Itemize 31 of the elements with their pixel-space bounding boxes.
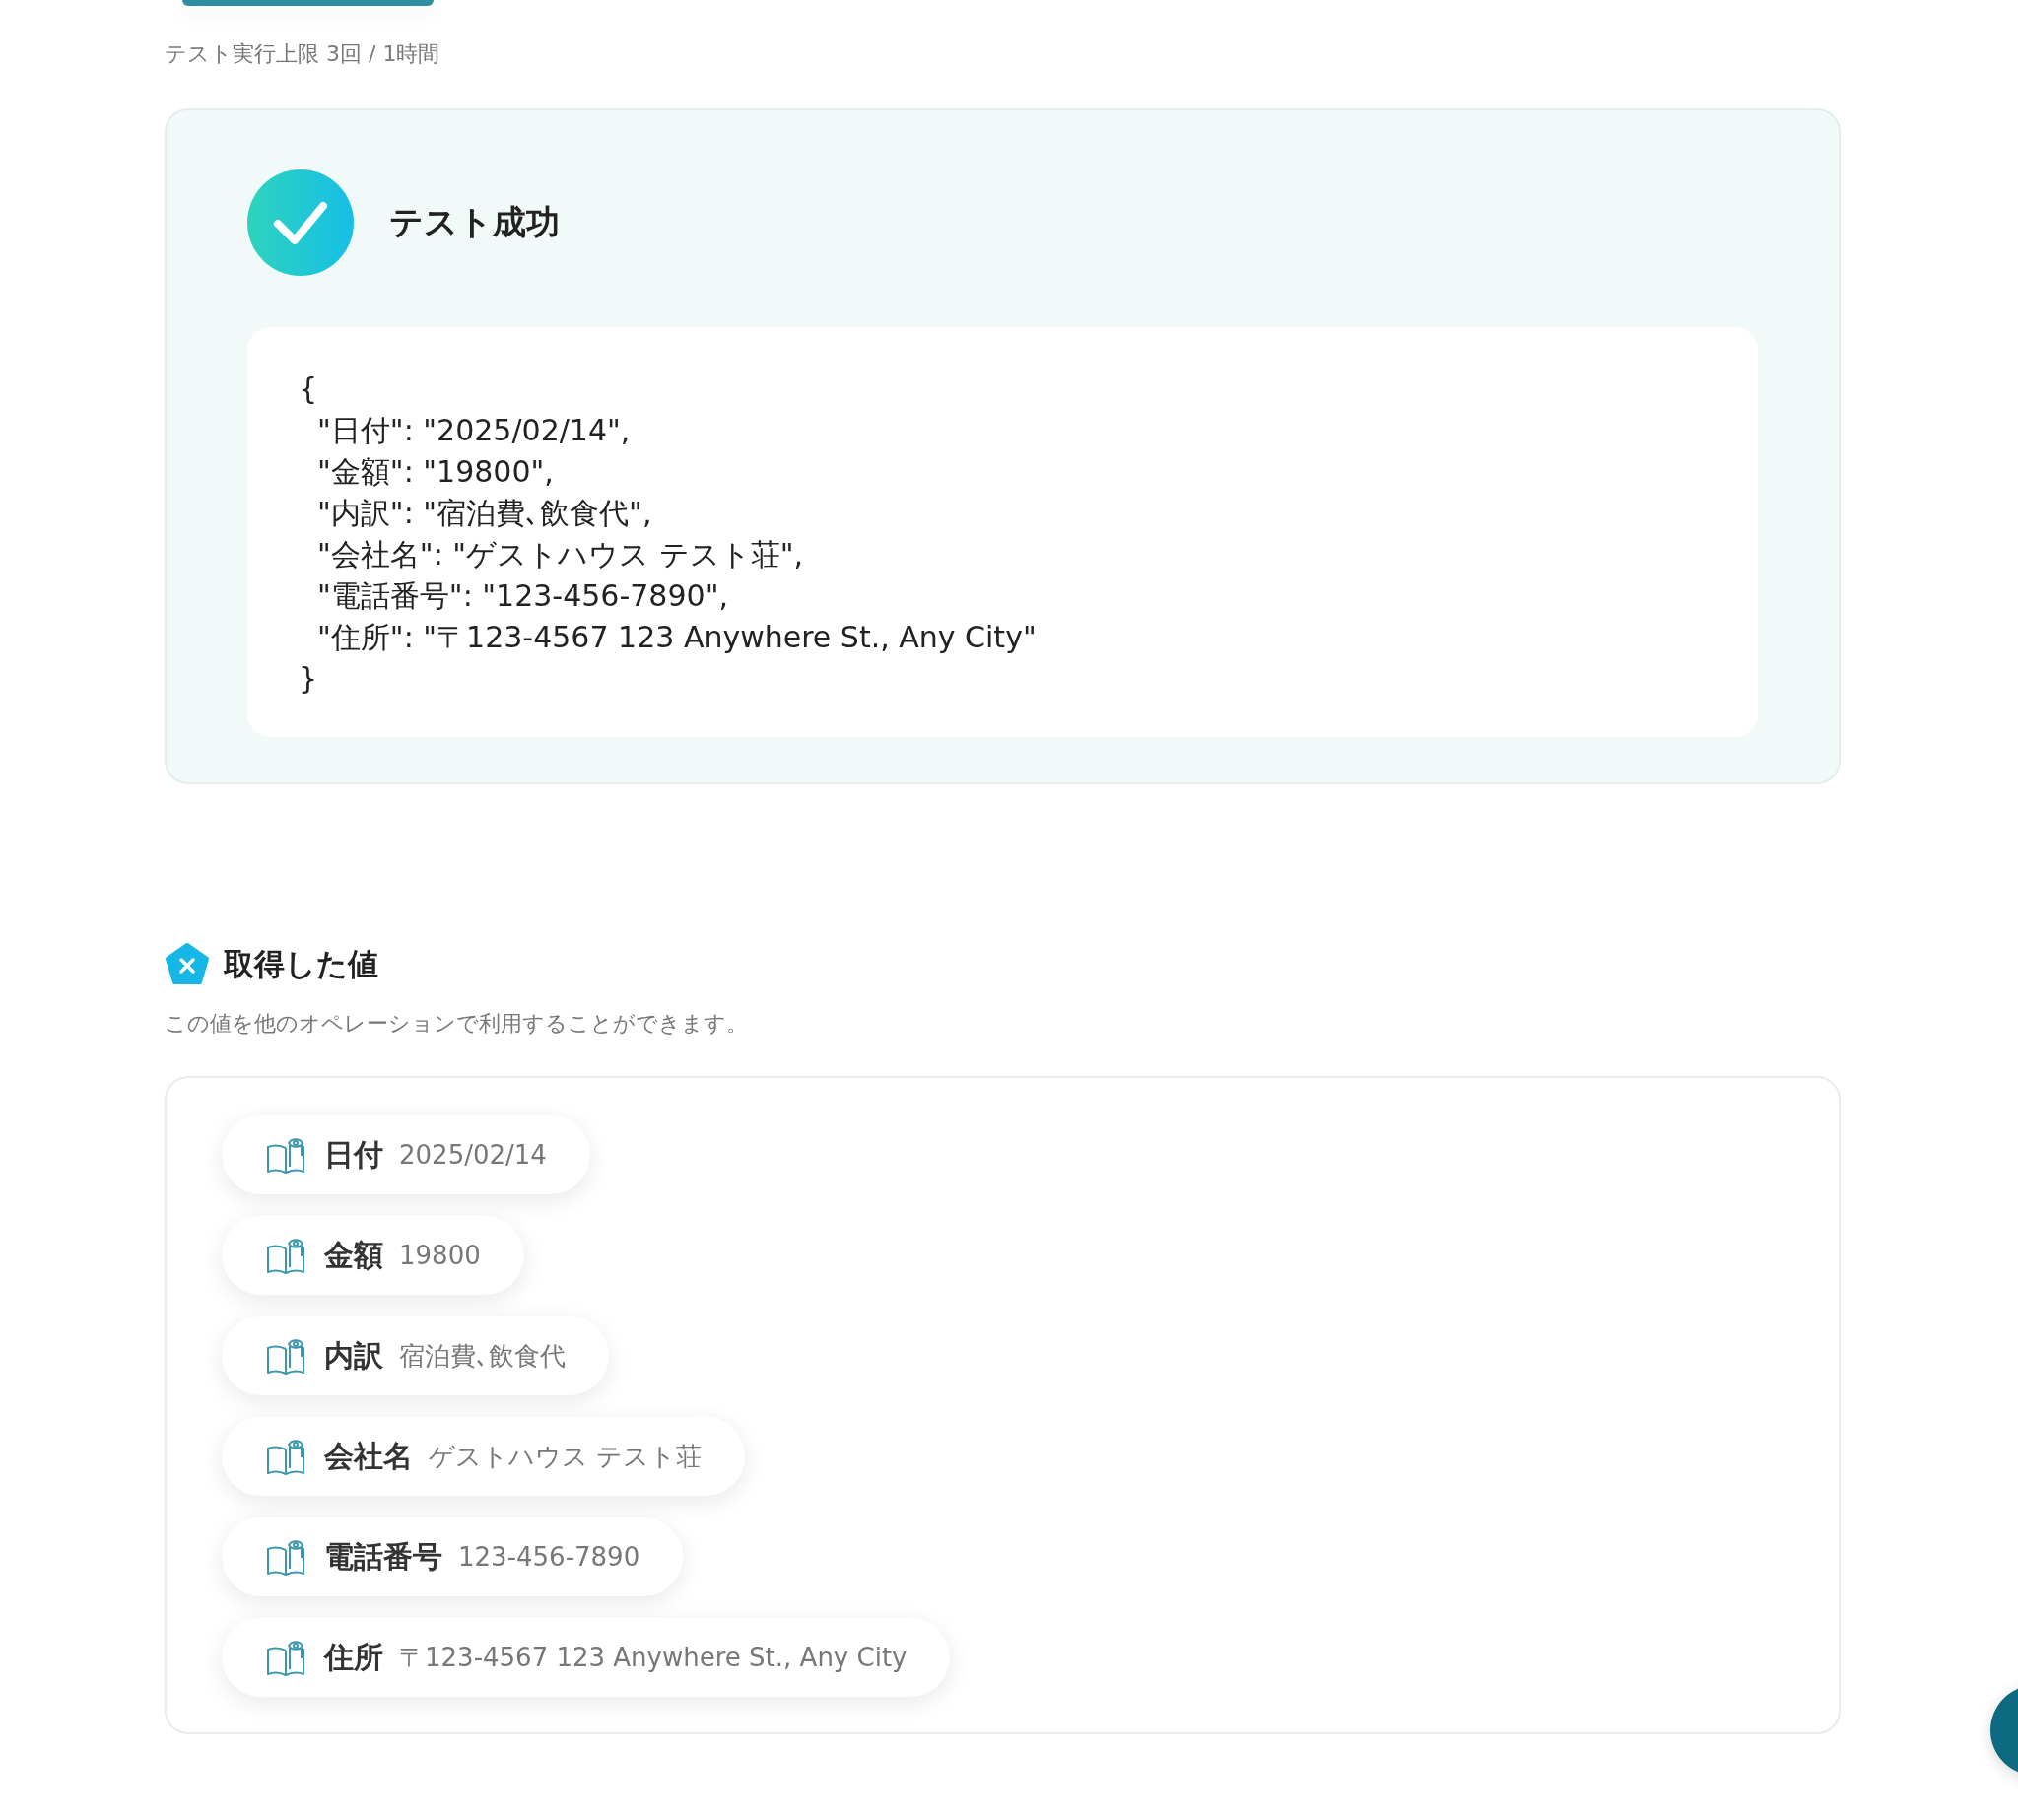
- code-line: {: [299, 371, 318, 408]
- test-limit-text: テスト実行上限 3回 / 1時間: [165, 40, 440, 68]
- section-description: この値を他のオペレーションで利用することができます。: [165, 1010, 748, 1038]
- code-line: "会社名": "ゲストハウス テスト荘",: [316, 536, 803, 573]
- value-chip[interactable]: 住所 〒123-4567 123 Anywhere St., Any City: [222, 1618, 951, 1697]
- value-label: 住所: [324, 1638, 383, 1676]
- value-text: 2025/02/14: [399, 1140, 547, 1170]
- value-text: 〒123-4567 123 Anywhere St., Any City: [399, 1641, 908, 1674]
- code-line: "住所": "〒123-4567 123 Anywhere St., Any City": [316, 619, 1037, 656]
- value-label: 電話番号: [324, 1537, 442, 1576]
- value-label: 内訳: [324, 1336, 383, 1375]
- value-chip[interactable]: 内訳 宿泊費､飲食代: [222, 1316, 609, 1395]
- value-text: 19800: [399, 1241, 481, 1270]
- code-line: "内訳": "宿泊費､飲食代",: [316, 495, 652, 532]
- code-line: "日付": "2025/02/14",: [316, 412, 631, 449]
- value-text: 123-456-7890: [458, 1542, 640, 1572]
- section-title: 取得した値: [224, 945, 378, 983]
- value-label: 金額: [324, 1236, 383, 1274]
- value-text: 宿泊費､飲食代: [399, 1339, 566, 1373]
- value-chip[interactable]: 金額 19800: [222, 1216, 524, 1295]
- code-line: "電話番号": "123-456-7890",: [316, 577, 728, 615]
- pentagon-icon: [165, 942, 210, 987]
- result-title: テスト成功: [389, 201, 560, 243]
- code-line: }: [299, 660, 318, 698]
- value-chip[interactable]: 電話番号 123-456-7890: [222, 1517, 684, 1596]
- value-chip[interactable]: 日付 2025/02/14: [222, 1115, 590, 1194]
- value-label: 日付: [324, 1135, 383, 1174]
- value-chip[interactable]: 会社名 ゲストハウス テスト荘: [222, 1417, 746, 1496]
- code-line: "金額": "19800",: [316, 453, 554, 491]
- value-label: 会社名: [324, 1437, 413, 1475]
- value-text: ゲストハウス テスト荘: [429, 1440, 703, 1473]
